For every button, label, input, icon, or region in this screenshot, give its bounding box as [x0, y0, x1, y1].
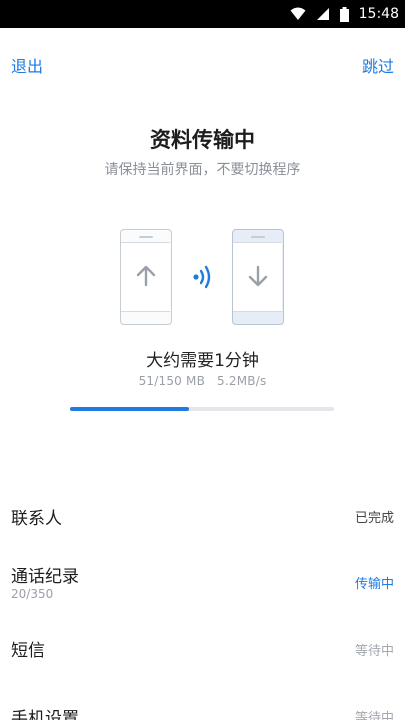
- eta-text: 大约需要1分钟: [146, 351, 259, 371]
- transfer-speed: 5.2MB/s: [217, 374, 267, 388]
- item-status: 等待中: [354, 644, 394, 659]
- arrow-down-icon: [248, 265, 268, 287]
- item-status: 等待中: [354, 711, 394, 720]
- progress-fill: [70, 407, 189, 411]
- battery-icon: [339, 6, 349, 22]
- top-bar: 退出 跳过: [0, 28, 405, 98]
- wifi-icon: [290, 7, 306, 20]
- item-name: 手机设置: [11, 709, 79, 720]
- wireless-signal-icon: [193, 265, 211, 289]
- list-item-sms: 短信 等待中: [0, 615, 405, 685]
- list-item-settings: 手机设置 等待中: [0, 686, 405, 720]
- exit-button[interactable]: 退出: [11, 53, 43, 77]
- item-name: 通话纪录: [11, 567, 79, 587]
- item-status: 已完成: [354, 511, 394, 526]
- transferred-size: 51/150 MB: [138, 374, 206, 388]
- item-count: 20/350: [11, 587, 54, 601]
- target-phone-icon: [232, 229, 284, 325]
- arrow-up-icon: [136, 265, 156, 287]
- page-subtitle: 请保持当前界面，不要切换程序: [104, 162, 301, 178]
- list-item-call-log: 通话纪录 20/350 传输中: [0, 542, 405, 612]
- transfer-illustration: [0, 229, 405, 327]
- list-item-contacts: 联系人 已完成: [0, 480, 405, 550]
- status-icons: 15:48: [290, 0, 399, 28]
- status-time: 15:48: [358, 6, 399, 22]
- source-phone-icon: [120, 229, 172, 325]
- signal-icon: [316, 8, 329, 20]
- transfer-meta: 51/150 MB 5.2MB/s: [0, 374, 405, 388]
- item-status: 传输中: [354, 577, 394, 592]
- skip-button[interactable]: 跳过: [362, 53, 394, 77]
- item-name: 短信: [11, 641, 45, 661]
- item-name: 联系人: [11, 509, 62, 529]
- status-bar: 15:48: [0, 0, 405, 28]
- page-title: 资料传输中: [150, 128, 255, 152]
- progress-bar: [70, 407, 334, 411]
